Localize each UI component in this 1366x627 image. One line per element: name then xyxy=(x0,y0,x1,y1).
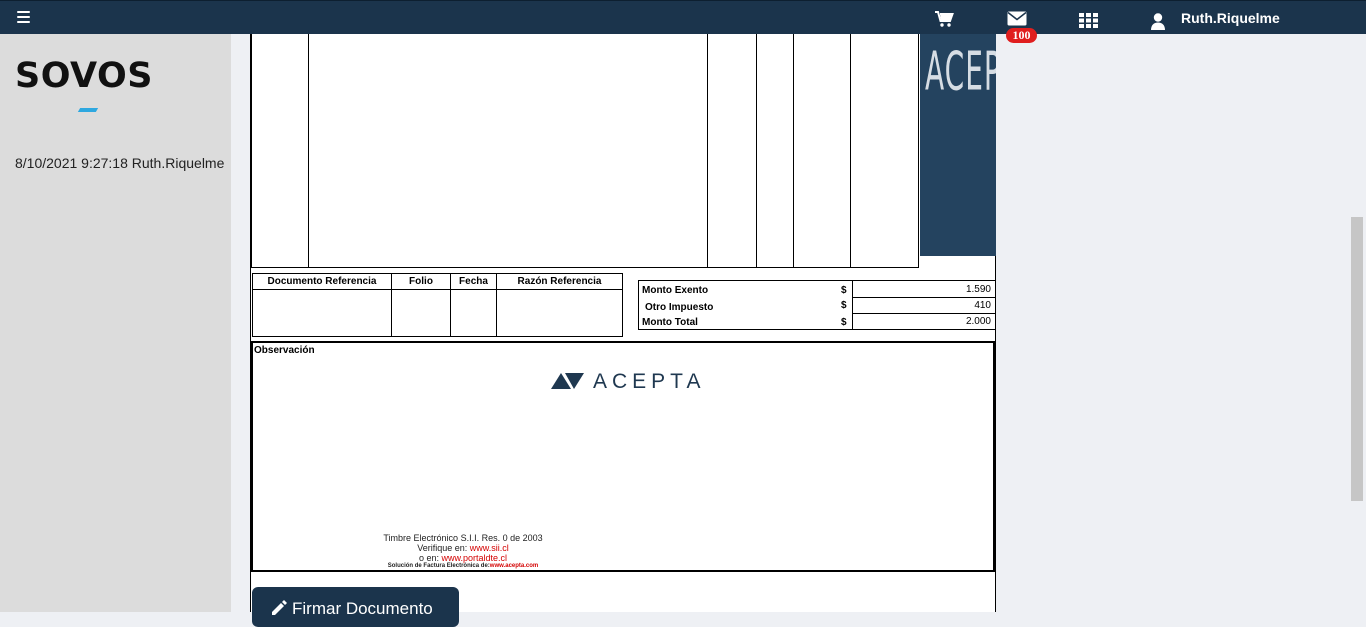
ref-cell xyxy=(496,289,623,337)
ref-cell xyxy=(252,289,392,337)
ref-header-razon: Razón Referencia xyxy=(496,273,623,290)
acepta-logo: ACEPTA xyxy=(551,370,700,394)
monto-exento-value: 1.590 xyxy=(965,284,991,295)
sii-link[interactable]: www.sii.cl xyxy=(470,543,509,553)
acepta-banner: ACEPTA xyxy=(920,34,996,256)
detail-table xyxy=(251,34,919,268)
top-navbar: 100 Ruth.Riquelme xyxy=(0,0,1366,43)
document-preview: ACEPTA Documento Referencia Folio Fecha … xyxy=(250,34,996,627)
sidebar-gutter xyxy=(231,34,250,612)
currency-symbol: $ xyxy=(841,300,847,311)
ref-cell xyxy=(391,289,451,337)
observacion-box: Observación ACEPTA Timbre Electrónico S.… xyxy=(251,341,995,572)
monto-total-label: Monto Total xyxy=(642,317,698,328)
currency-symbol: $ xyxy=(841,285,847,296)
timbre-line: Timbre Electrónico S.I.I. Res. 0 de 2003 xyxy=(383,533,543,543)
otro-impuesto-label: Otro Impuesto xyxy=(645,302,714,313)
sovos-logo: SOVOS xyxy=(15,56,153,96)
timbre-prefix: o en: xyxy=(418,553,442,563)
sign-document-button[interactable]: Firmar Documento xyxy=(252,587,459,627)
observacion-label: Observación xyxy=(254,345,315,356)
apps-grid-icon[interactable] xyxy=(1079,13,1098,33)
cart-icon[interactable] xyxy=(935,11,954,32)
acepta-banner-text: ACEPTA xyxy=(925,40,996,103)
session-info: 8/10/2021 9:27:18 Ruth.Riquelme xyxy=(15,155,225,171)
pencil-icon xyxy=(270,599,288,622)
totals-box: Monto Exento $ 1.590 Otro Impuesto $ 410… xyxy=(638,280,996,330)
user-name[interactable]: Ruth.Riquelme xyxy=(1181,10,1280,26)
mail-count-badge: 100 xyxy=(1006,28,1037,43)
ref-header-fecha: Fecha xyxy=(450,273,497,290)
timbre-prefix: Solución de Factura Electrónica de: xyxy=(387,563,490,569)
sidebar: SOVOS 8/10/2021 9:27:18 Ruth.Riquelme xyxy=(0,34,231,612)
sovos-logo-accent xyxy=(77,108,99,112)
ref-cell xyxy=(450,289,497,337)
menu-icon[interactable] xyxy=(17,11,30,23)
scrollbar-thumb[interactable] xyxy=(1351,217,1363,501)
monto-exento-label: Monto Exento xyxy=(642,285,709,296)
otro-impuesto-value: 410 xyxy=(974,300,991,311)
acepta-logo-mark-icon xyxy=(551,373,584,389)
monto-total-value: 2.000 xyxy=(965,316,991,327)
timbre-electronico: Timbre Electrónico S.I.I. Res. 0 de 2003… xyxy=(253,533,673,570)
reference-table: Documento Referencia Folio Fecha Razón R… xyxy=(252,273,623,337)
user-icon[interactable] xyxy=(1151,13,1165,35)
ref-header-folio: Folio xyxy=(391,273,451,290)
sign-document-label: Firmar Documento xyxy=(292,599,433,618)
timbre-prefix: Verifique en: xyxy=(417,543,470,553)
acepta-link[interactable]: www.acepta.com xyxy=(490,563,538,569)
ref-header-documento: Documento Referencia xyxy=(252,273,392,290)
portaldte-link[interactable]: www.portaldte.cl xyxy=(442,553,508,563)
currency-symbol: $ xyxy=(841,317,847,328)
acepta-logo-text: ACEPTA xyxy=(593,370,706,393)
